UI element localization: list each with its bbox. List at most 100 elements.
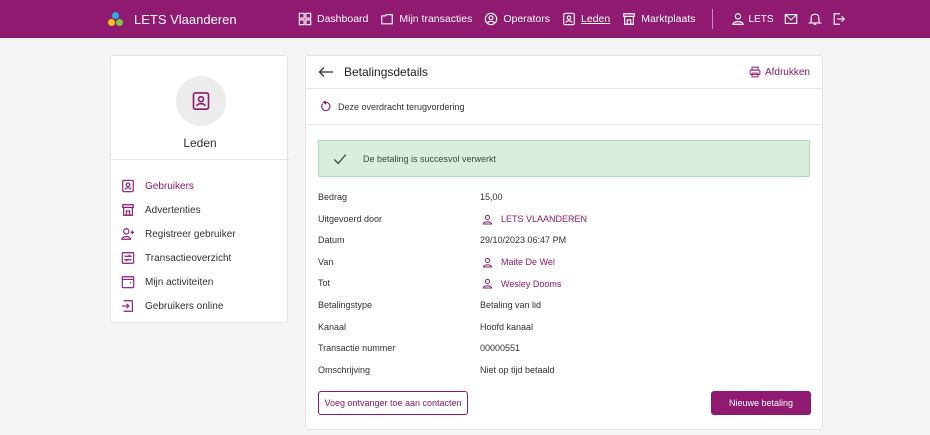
mail-icon	[784, 14, 797, 24]
member-card-icon	[122, 179, 134, 193]
logout-icon	[833, 13, 845, 25]
printer-icon	[749, 66, 761, 78]
lets-logo-icon	[108, 11, 124, 27]
reload-icon	[321, 101, 331, 112]
print-button[interactable]: Afdrukken	[749, 66, 810, 78]
sidebar-item-label: Gebruikers online	[145, 300, 224, 312]
sidebar-item-label: Registreer gebruiker	[145, 228, 236, 240]
nav-item-leden[interactable]: Leden	[556, 0, 616, 38]
detail-row-uitgevoerd-door: Uitgevoerd door LETS VLAANDEREN	[318, 210, 808, 232]
detail-value: Betaling van lid	[480, 299, 542, 310]
detail-row-kanaal: Kanaal Hoofd kanaal	[318, 318, 808, 340]
member-card-icon	[192, 92, 210, 110]
back-arrow-icon[interactable]	[318, 65, 334, 79]
user-menu[interactable]: LETS	[731, 12, 774, 26]
new-payment-button[interactable]: Nieuwe betaling	[711, 391, 811, 415]
detail-row-bedrag: Bedrag 15,00	[318, 188, 808, 210]
print-label: Afdrukken	[764, 66, 810, 78]
payment-details-panel: Betalingsdetails Afdrukken Deze overdrac…	[305, 55, 823, 430]
nav-divider	[711, 9, 713, 29]
detail-label: Omschrijving	[318, 364, 371, 375]
detail-label: Kanaal	[318, 321, 347, 332]
detail-label: Uitgevoerd door	[318, 213, 383, 224]
detail-value: 00000551	[480, 343, 521, 354]
sidebar-item-advertenties[interactable]: Advertenties	[121, 198, 236, 222]
sidebar-item-label: Advertenties	[145, 204, 201, 216]
detail-value: Hoofd kanaal	[480, 321, 534, 332]
detail-row-betalingstype: Betalingstype Betaling van lid	[318, 296, 808, 318]
detail-value: Wesley Dooms	[501, 278, 562, 289]
top-navbar: LETS Vlaanderen Dashboard Mijn transacti…	[0, 0, 930, 38]
sender-link[interactable]: Maite De Wel	[480, 257, 555, 268]
detail-row-transactie-nummer: Transactie nummer 00000551	[318, 339, 808, 361]
detail-label: Transactie nummer	[318, 343, 396, 354]
reclaim-label: Deze overdracht terugvordering	[338, 101, 465, 112]
detail-row-omschrijving: Omschrijving Niet op tijd betaald	[318, 361, 808, 383]
detail-label: Datum	[318, 235, 345, 246]
detail-row-datum: Datum 29/10/2023 06:47 PM	[318, 231, 808, 253]
store-icon	[122, 204, 134, 216]
detail-row-van: Van Maite De Wel	[318, 253, 808, 275]
brand-name: LETS Vlaanderen	[134, 11, 237, 27]
main-nav: Dashboard Mijn transacties Operators Led…	[292, 0, 846, 38]
nav-item-label: Leden	[581, 13, 611, 25]
user-icon	[482, 257, 493, 268]
panel-header: Betalingsdetails Afdrukken	[306, 56, 822, 89]
detail-label: Bedrag	[318, 192, 348, 202]
user-icon	[731, 13, 744, 25]
nav-item-label: Mijn transacties	[399, 13, 473, 25]
sidebar-menu: Gebruikers Advertenties Registreer gebru…	[121, 174, 236, 318]
messages-button[interactable]	[784, 12, 798, 26]
operator-icon	[485, 12, 498, 26]
sidebar: Leden Gebruikers Advertenties Registreer…	[110, 55, 289, 323]
details-list: Bedrag 15,00 Uitgevoerd door LETS VLAAND…	[318, 188, 808, 382]
detail-label: Betalingstype	[318, 299, 373, 310]
user-icon	[482, 214, 493, 225]
recipient-link[interactable]: Wesley Dooms	[480, 278, 561, 289]
nav-item-marktplaats[interactable]: Marktplaats	[616, 0, 701, 38]
store-icon	[623, 13, 636, 25]
sidebar-title: Leden	[183, 136, 217, 150]
nav-item-mijn-transacties[interactable]: Mijn transacties	[374, 0, 478, 38]
user-plus-icon	[121, 228, 135, 240]
executor-link[interactable]: LETS VLAANDEREN	[480, 214, 587, 225]
sidebar-item-mijn-activiteiten[interactable]: Mijn activiteiten	[121, 270, 236, 294]
detail-value: 29/10/2023 06:47 PM	[480, 235, 567, 246]
transfer-icon	[121, 252, 135, 264]
detail-value: LETS VLAANDEREN	[501, 214, 588, 225]
user-utilities: LETS	[721, 0, 846, 38]
user-label: LETS	[748, 13, 774, 25]
success-message: De betaling is succesvol verwerkt	[363, 153, 497, 164]
sidebar-item-transactieoverzicht[interactable]: Transactieoverzicht	[121, 246, 236, 270]
section-avatar	[176, 76, 226, 126]
detail-label: Van	[318, 256, 334, 267]
calendar-icon	[121, 276, 135, 289]
logout-button[interactable]	[832, 12, 846, 26]
sidebar-item-gebruikers-online[interactable]: Gebruikers online	[121, 294, 236, 318]
detail-value: 15,00	[480, 192, 503, 202]
nav-item-label: Operators	[503, 13, 551, 25]
sidebar-item-gebruikers[interactable]: Gebruikers	[121, 174, 236, 198]
dashboard-icon	[298, 12, 312, 26]
sidebar-item-label: Transactieoverzicht	[145, 252, 232, 264]
notifications-button[interactable]	[807, 12, 822, 26]
login-icon	[121, 300, 133, 312]
sidebar-item-label: Gebruikers	[145, 180, 194, 192]
sidebar-divider	[111, 159, 289, 160]
detail-value: Maite De Wel	[501, 257, 555, 268]
reclaim-transfer-link[interactable]: Deze overdracht terugvordering	[306, 89, 822, 125]
nav-item-label: Dashboard	[317, 13, 369, 25]
user-icon	[482, 279, 493, 289]
bell-icon	[807, 13, 822, 25]
add-recipient-to-contacts-button[interactable]: Voeg ontvanger toe aan contacten	[318, 391, 468, 415]
nav-item-operators[interactable]: Operators	[478, 0, 556, 38]
checkmark-icon	[333, 153, 347, 164]
sidebar-item-registreer-gebruiker[interactable]: Registreer gebruiker	[121, 222, 236, 246]
page-title: Betalingsdetails	[344, 65, 429, 79]
nav-item-dashboard[interactable]: Dashboard	[292, 0, 374, 38]
nav-item-label: Marktplaats	[641, 13, 696, 25]
brand[interactable]: LETS Vlaanderen	[108, 0, 237, 38]
detail-label: Tot	[318, 278, 331, 289]
sidebar-item-label: Mijn activiteiten	[145, 276, 214, 288]
member-card-icon	[563, 12, 575, 26]
